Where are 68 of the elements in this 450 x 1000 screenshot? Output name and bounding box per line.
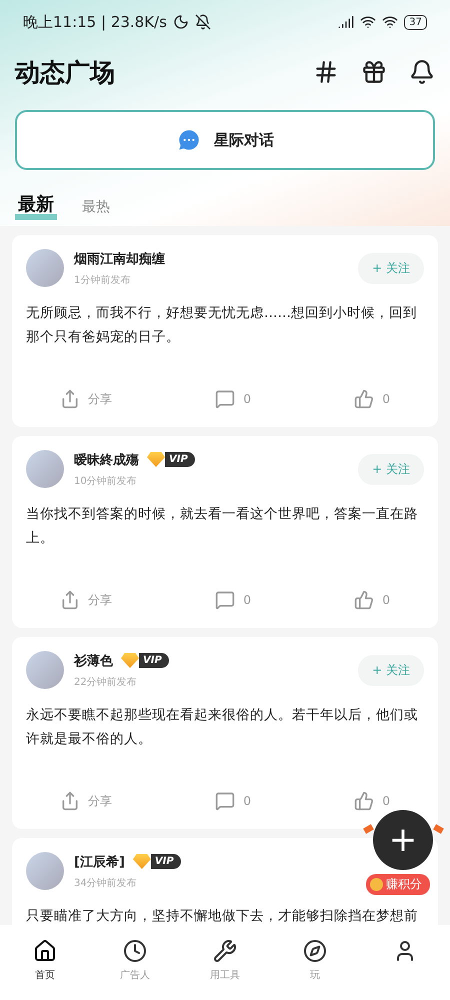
bell-off-icon [194,14,211,30]
status-time: 晚上11:15 | 23.8K/s [23,12,167,32]
comment-icon [215,791,236,811]
signal-icon [338,14,354,30]
share-button[interactable]: 分享 [60,389,112,409]
nav-tab[interactable]: 首页 [15,939,75,982]
confetti-icon [433,824,444,834]
earn-points-badge[interactable]: 赚积分 [366,874,430,895]
home-icon [33,939,57,963]
avatar-photo-placeholder [26,450,64,488]
vip-badge: VIP [165,452,195,467]
thumbs-up-icon [354,791,374,811]
page-title: 动态广场 [15,56,116,88]
user-name: [江辰希] [74,854,125,870]
coin-icon [370,878,383,891]
wifi-icon [382,14,398,30]
gift-icon[interactable] [361,59,387,85]
thumbs-up-icon [354,389,374,409]
vip-badge: VIP [150,854,181,869]
gem-icon [121,653,139,668]
thumbs-up-icon [354,590,374,610]
comment-button[interactable]: 0 [215,590,251,610]
feed-tab[interactable]: 最热 [79,198,113,220]
avatar-photo-placeholder [26,249,64,287]
share-button[interactable]: 分享 [60,590,112,610]
gem-icon [132,854,151,869]
clock-icon [123,939,147,963]
chat-banner-button[interactable]: 星际对话 [15,110,435,170]
wifi-icon [360,14,376,30]
comment-button[interactable]: 0 [215,389,251,409]
post-time: 22分钟前发布 [74,676,137,688]
nav-tab[interactable]: 广告人 [105,939,165,982]
compass-icon [303,939,327,963]
follow-button[interactable]: + 关注 [358,454,424,484]
post-text: 无所顾忌，而我不行，好想要无忧无虑……想回到小时候，回到那个只有爸妈宠的日子。 [26,304,418,347]
post-time: 1分钟前发布 [74,274,130,286]
wrench-icon [213,939,237,963]
gem-icon [147,452,165,467]
comment-icon [215,389,236,409]
share-icon [60,791,80,811]
moon-icon [172,14,189,30]
like-button[interactable]: 0 [354,389,390,409]
like-button[interactable]: 0 [354,590,390,610]
post-text: 只要瞄准了大方向，坚持不懈地做下去，才能够扫除挡在梦想前 [26,907,419,925]
user-name: 烟雨江南却痴缠 [74,250,165,268]
battery-icon: 37 [404,14,427,30]
follow-button[interactable]: + 关注 [358,252,424,284]
chat-bubble-icon [176,127,202,153]
avatar-photo-placeholder [26,651,64,689]
vip-badge: VIP [139,653,169,668]
comment-icon [215,590,236,610]
post-time: 34分钟前发布 [74,876,137,890]
like-button[interactable]: 0 [354,791,390,811]
post-time: 10分钟前发布 [74,474,137,488]
share-icon [60,590,80,610]
nav-tab[interactable]: 玩 [285,939,345,982]
avatar-photo-placeholder [26,852,64,890]
user-name: 衫薄色 [74,652,113,670]
feed-tab[interactable]: 最新 [15,192,57,220]
nav-tab[interactable]: 用工具 [195,939,255,982]
follow-button[interactable]: + 关注 [358,654,424,686]
bell-icon[interactable] [409,59,435,85]
share-button[interactable]: 分享 [60,791,112,811]
share-icon [60,389,80,409]
post-text: 当你找不到答案的时候，就去看一看这个世界吧，答案一直在路上。 [26,505,419,548]
post-text: 永远不要瞧不起那些现在看起来很俗的人。若干年以后，他们或许就是最不俗的人。 [26,706,419,749]
comment-button[interactable]: 0 [215,791,251,811]
user-name: 暧昧終成殤 [74,452,139,468]
